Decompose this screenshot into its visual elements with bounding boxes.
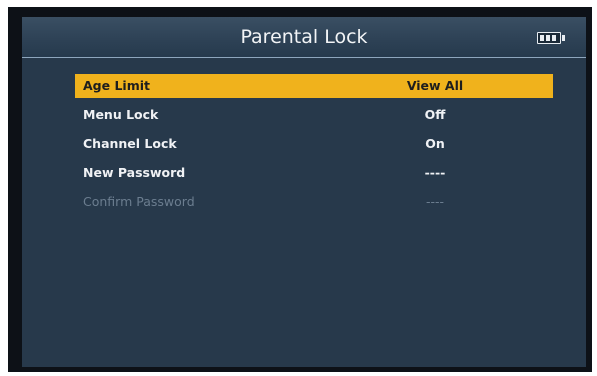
- battery-level-bar: [546, 35, 550, 41]
- menu-item-value: On: [425, 136, 445, 151]
- menu-item-label: Confirm Password: [83, 194, 195, 209]
- battery-level-bar: [552, 35, 556, 41]
- menu-item-value: View All: [406, 78, 464, 93]
- settings-menu: Age Limit View All Menu Lock Off Channel…: [75, 74, 553, 219]
- menu-item-value: ----: [425, 194, 445, 209]
- menu-item-value: ----: [424, 165, 446, 180]
- battery-level-bar: [540, 35, 544, 41]
- battery-icon: [537, 32, 565, 44]
- menu-item-age-limit[interactable]: Age Limit View All: [75, 74, 553, 98]
- menu-item-label: New Password: [83, 165, 186, 180]
- header-bar: Parental Lock: [22, 17, 586, 58]
- tv-screen: Parental Lock Age Limit View All Menu Lo…: [8, 7, 592, 372]
- menu-item-channel-lock[interactable]: Channel Lock On: [75, 132, 553, 156]
- menu-item-label: Channel Lock: [83, 136, 177, 151]
- page-title: Parental Lock: [240, 26, 368, 48]
- menu-item-menu-lock[interactable]: Menu Lock Off: [75, 103, 553, 127]
- menu-item-confirm-password: Confirm Password ----: [75, 190, 553, 214]
- menu-item-label: Menu Lock: [83, 107, 159, 122]
- parental-lock-panel: Parental Lock Age Limit View All Menu Lo…: [22, 17, 586, 367]
- menu-item-value: Off: [424, 107, 446, 122]
- menu-item-label: Age Limit: [83, 78, 150, 93]
- menu-item-new-password[interactable]: New Password ----: [75, 161, 553, 185]
